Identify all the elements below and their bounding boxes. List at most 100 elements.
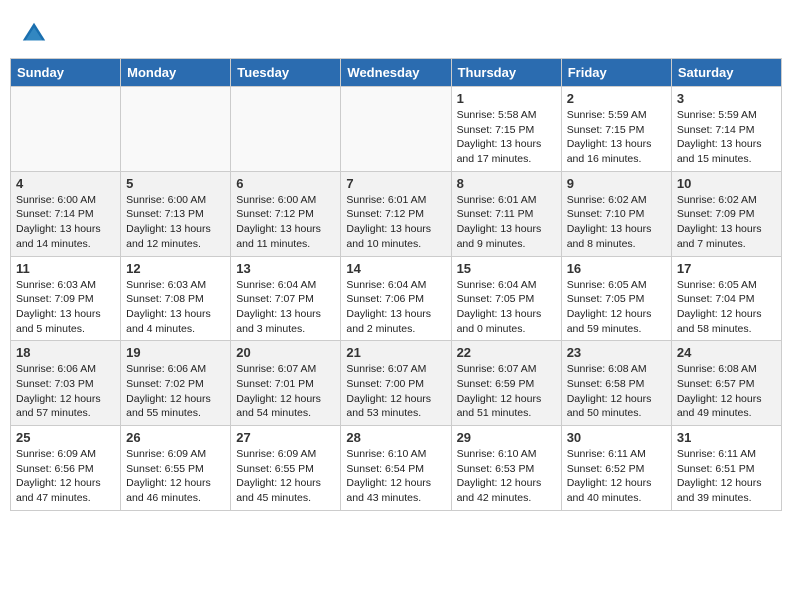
calendar-cell: 9 Sunrise: 6:02 AM Sunset: 7:10 PM Daylig… bbox=[561, 171, 671, 256]
day-info: Sunrise: 5:59 AM Sunset: 7:15 PM Dayligh… bbox=[567, 108, 666, 167]
calendar-cell: 6 Sunrise: 6:00 AM Sunset: 7:12 PM Daylig… bbox=[231, 171, 341, 256]
day-info: Sunrise: 6:09 AM Sunset: 6:55 PM Dayligh… bbox=[126, 447, 225, 506]
calendar-cell: 8 Sunrise: 6:01 AM Sunset: 7:11 PM Daylig… bbox=[451, 171, 561, 256]
day-info: Sunrise: 6:10 AM Sunset: 6:53 PM Dayligh… bbox=[457, 447, 556, 506]
day-number: 17 bbox=[677, 261, 776, 276]
day-header-wednesday: Wednesday bbox=[341, 59, 451, 87]
day-header-saturday: Saturday bbox=[671, 59, 781, 87]
calendar-cell: 23 Sunrise: 6:08 AM Sunset: 6:58 PM Dayli… bbox=[561, 341, 671, 426]
calendar-cell: 22Sunrise: 6:07 AM Sunset: 6:59 PM Dayli… bbox=[451, 341, 561, 426]
calendar-cell: 12 Sunrise: 6:03 AM Sunset: 7:08 PM Dayli… bbox=[121, 256, 231, 341]
day-info: Sunrise: 6:00 AM Sunset: 7:12 PM Dayligh… bbox=[236, 193, 335, 252]
calendar-cell: 3Sunrise: 5:59 AM Sunset: 7:14 PM Daylig… bbox=[671, 87, 781, 172]
calendar-cell bbox=[341, 87, 451, 172]
calendar-cell: 15 Sunrise: 6:04 AM Sunset: 7:05 PM Dayli… bbox=[451, 256, 561, 341]
day-info: Sunrise: 6:06 AM Sunset: 7:02 PM Dayligh… bbox=[126, 362, 225, 421]
day-info: Sunrise: 6:10 AM Sunset: 6:54 PM Dayligh… bbox=[346, 447, 445, 506]
day-info: Sunrise: 6:07 AM Sunset: 7:00 PM Dayligh… bbox=[346, 362, 445, 421]
calendar-cell bbox=[231, 87, 341, 172]
calendar-cell: 24Sunrise: 6:08 AM Sunset: 6:57 PM Dayli… bbox=[671, 341, 781, 426]
day-number: 30 bbox=[567, 430, 666, 445]
day-number: 18 bbox=[16, 345, 115, 360]
calendar-cell: 2 Sunrise: 5:59 AM Sunset: 7:15 PM Daylig… bbox=[561, 87, 671, 172]
day-info: Sunrise: 5:58 AM Sunset: 7:15 PM Dayligh… bbox=[457, 108, 556, 167]
day-number: 31 bbox=[677, 430, 776, 445]
day-info: Sunrise: 6:04 AM Sunset: 7:05 PM Dayligh… bbox=[457, 278, 556, 337]
day-info: Sunrise: 6:09 AM Sunset: 6:56 PM Dayligh… bbox=[16, 447, 115, 506]
calendar-week-row: 25 Sunrise: 6:09 AM Sunset: 6:56 PM Dayli… bbox=[11, 426, 782, 511]
page-header bbox=[10, 10, 782, 53]
day-info: Sunrise: 6:07 AM Sunset: 6:59 PM Dayligh… bbox=[457, 362, 556, 421]
calendar-cell bbox=[121, 87, 231, 172]
calendar-cell: 27Sunrise: 6:09 AM Sunset: 6:55 PM Dayli… bbox=[231, 426, 341, 511]
logo bbox=[20, 20, 50, 48]
day-number: 16 bbox=[567, 261, 666, 276]
day-info: Sunrise: 6:11 AM Sunset: 6:52 PM Dayligh… bbox=[567, 447, 666, 506]
calendar-cell: 14 Sunrise: 6:04 AM Sunset: 7:06 PM Dayli… bbox=[341, 256, 451, 341]
day-number: 24 bbox=[677, 345, 776, 360]
day-info: Sunrise: 6:05 AM Sunset: 7:04 PM Dayligh… bbox=[677, 278, 776, 337]
day-info: Sunrise: 6:00 AM Sunset: 7:14 PM Dayligh… bbox=[16, 193, 115, 252]
day-number: 25 bbox=[16, 430, 115, 445]
day-header-thursday: Thursday bbox=[451, 59, 561, 87]
day-header-sunday: Sunday bbox=[11, 59, 121, 87]
calendar-cell: 20 Sunrise: 6:07 AM Sunset: 7:01 PM Dayli… bbox=[231, 341, 341, 426]
day-number: 6 bbox=[236, 176, 335, 191]
day-number: 7 bbox=[346, 176, 445, 191]
calendar-week-row: 4Sunrise: 6:00 AM Sunset: 7:14 PM Daylig… bbox=[11, 171, 782, 256]
day-number: 12 bbox=[126, 261, 225, 276]
day-info: Sunrise: 6:07 AM Sunset: 7:01 PM Dayligh… bbox=[236, 362, 335, 421]
day-number: 29 bbox=[457, 430, 556, 445]
calendar-cell: 21 Sunrise: 6:07 AM Sunset: 7:00 PM Dayli… bbox=[341, 341, 451, 426]
day-info: Sunrise: 6:04 AM Sunset: 7:06 PM Dayligh… bbox=[346, 278, 445, 337]
day-number: 23 bbox=[567, 345, 666, 360]
day-number: 20 bbox=[236, 345, 335, 360]
day-info: Sunrise: 5:59 AM Sunset: 7:14 PM Dayligh… bbox=[677, 108, 776, 167]
calendar-cell: 25 Sunrise: 6:09 AM Sunset: 6:56 PM Dayli… bbox=[11, 426, 121, 511]
day-info: Sunrise: 6:01 AM Sunset: 7:11 PM Dayligh… bbox=[457, 193, 556, 252]
day-info: Sunrise: 6:08 AM Sunset: 6:58 PM Dayligh… bbox=[567, 362, 666, 421]
calendar-cell: 17 Sunrise: 6:05 AM Sunset: 7:04 PM Dayli… bbox=[671, 256, 781, 341]
calendar-cell: 11Sunrise: 6:03 AM Sunset: 7:09 PM Dayli… bbox=[11, 256, 121, 341]
calendar-cell: 26Sunrise: 6:09 AM Sunset: 6:55 PM Dayli… bbox=[121, 426, 231, 511]
logo-icon bbox=[20, 20, 48, 48]
calendar-cell: 30 Sunrise: 6:11 AM Sunset: 6:52 PM Dayli… bbox=[561, 426, 671, 511]
day-info: Sunrise: 6:01 AM Sunset: 7:12 PM Dayligh… bbox=[346, 193, 445, 252]
day-info: Sunrise: 6:02 AM Sunset: 7:09 PM Dayligh… bbox=[677, 193, 776, 252]
calendar-cell: 18 Sunrise: 6:06 AM Sunset: 7:03 PM Dayli… bbox=[11, 341, 121, 426]
calendar-table: SundayMondayTuesdayWednesdayThursdayFrid… bbox=[10, 58, 782, 511]
calendar-cell: 4Sunrise: 6:00 AM Sunset: 7:14 PM Daylig… bbox=[11, 171, 121, 256]
calendar-week-row: 18 Sunrise: 6:06 AM Sunset: 7:03 PM Dayli… bbox=[11, 341, 782, 426]
day-info: Sunrise: 6:03 AM Sunset: 7:08 PM Dayligh… bbox=[126, 278, 225, 337]
day-number: 15 bbox=[457, 261, 556, 276]
calendar-cell: 19Sunrise: 6:06 AM Sunset: 7:02 PM Dayli… bbox=[121, 341, 231, 426]
day-number: 28 bbox=[346, 430, 445, 445]
day-number: 21 bbox=[346, 345, 445, 360]
calendar-cell: 16 Sunrise: 6:05 AM Sunset: 7:05 PM Dayli… bbox=[561, 256, 671, 341]
calendar-cell: 31 Sunrise: 6:11 AM Sunset: 6:51 PM Dayli… bbox=[671, 426, 781, 511]
day-info: Sunrise: 6:02 AM Sunset: 7:10 PM Dayligh… bbox=[567, 193, 666, 252]
calendar-cell: 28 Sunrise: 6:10 AM Sunset: 6:54 PM Dayli… bbox=[341, 426, 451, 511]
calendar-header-row: SundayMondayTuesdayWednesdayThursdayFrid… bbox=[11, 59, 782, 87]
day-number: 8 bbox=[457, 176, 556, 191]
day-info: Sunrise: 6:09 AM Sunset: 6:55 PM Dayligh… bbox=[236, 447, 335, 506]
day-number: 2 bbox=[567, 91, 666, 106]
day-info: Sunrise: 6:03 AM Sunset: 7:09 PM Dayligh… bbox=[16, 278, 115, 337]
calendar-cell: 1Sunrise: 5:58 AM Sunset: 7:15 PM Daylig… bbox=[451, 87, 561, 172]
day-info: Sunrise: 6:05 AM Sunset: 7:05 PM Dayligh… bbox=[567, 278, 666, 337]
day-info: Sunrise: 6:11 AM Sunset: 6:51 PM Dayligh… bbox=[677, 447, 776, 506]
calendar-cell bbox=[11, 87, 121, 172]
day-header-friday: Friday bbox=[561, 59, 671, 87]
day-header-tuesday: Tuesday bbox=[231, 59, 341, 87]
calendar-week-row: 1Sunrise: 5:58 AM Sunset: 7:15 PM Daylig… bbox=[11, 87, 782, 172]
calendar-cell: 5 Sunrise: 6:00 AM Sunset: 7:13 PM Daylig… bbox=[121, 171, 231, 256]
day-number: 5 bbox=[126, 176, 225, 191]
day-number: 9 bbox=[567, 176, 666, 191]
calendar-cell: 29 Sunrise: 6:10 AM Sunset: 6:53 PM Dayli… bbox=[451, 426, 561, 511]
day-number: 14 bbox=[346, 261, 445, 276]
calendar-week-row: 11Sunrise: 6:03 AM Sunset: 7:09 PM Dayli… bbox=[11, 256, 782, 341]
day-info: Sunrise: 6:06 AM Sunset: 7:03 PM Dayligh… bbox=[16, 362, 115, 421]
calendar-cell: 10Sunrise: 6:02 AM Sunset: 7:09 PM Dayli… bbox=[671, 171, 781, 256]
calendar-cell: 7 Sunrise: 6:01 AM Sunset: 7:12 PM Daylig… bbox=[341, 171, 451, 256]
day-info: Sunrise: 6:00 AM Sunset: 7:13 PM Dayligh… bbox=[126, 193, 225, 252]
